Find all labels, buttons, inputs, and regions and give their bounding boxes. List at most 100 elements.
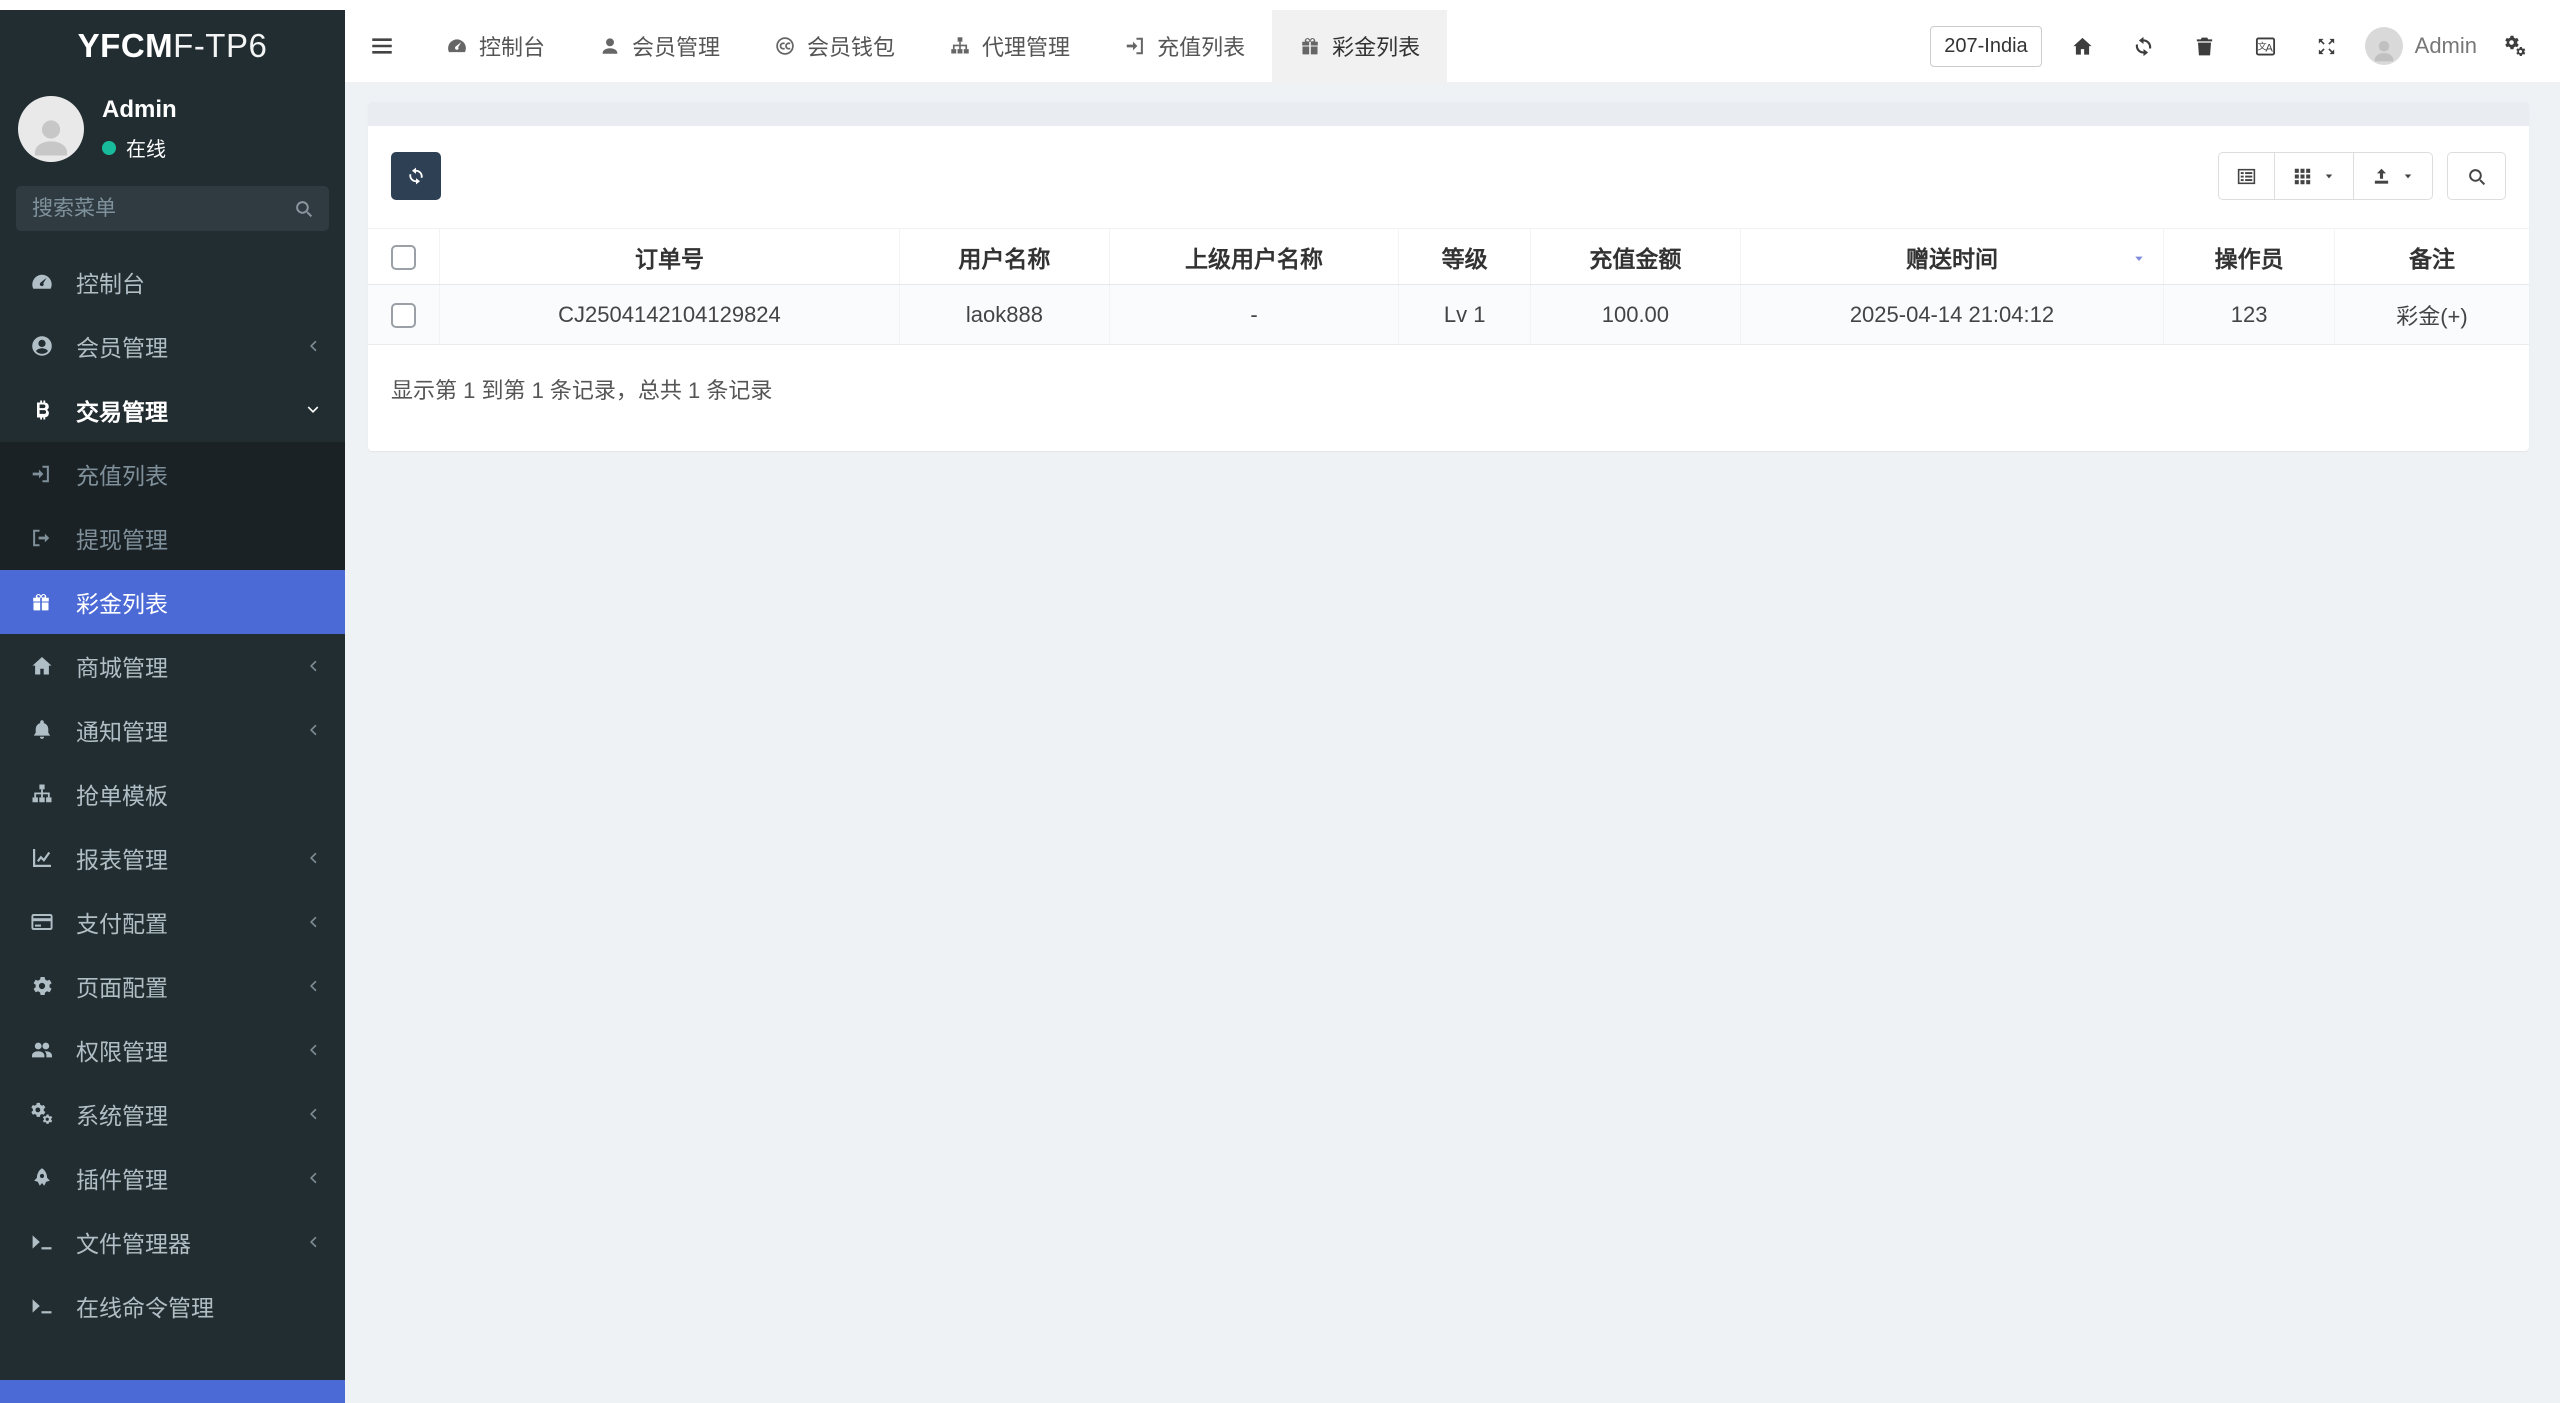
sidebar-item-label: 权限管理 <box>76 1033 168 1067</box>
nav-tab[interactable]: 控制台 <box>419 10 572 82</box>
column-header[interactable]: 等级 <box>1399 229 1531 285</box>
sitemap-icon <box>30 782 64 806</box>
columns-button[interactable] <box>2274 152 2354 200</box>
sidebar-item[interactable]: 控制台 <box>0 250 345 314</box>
column-header[interactable]: 上级用户名称 <box>1109 229 1399 285</box>
sidebar-item-label: 在线命令管理 <box>76 1289 214 1323</box>
navbar-right: 207-India 文A Admin <box>1930 10 2560 82</box>
sidebar-toggle-button[interactable] <box>345 10 419 82</box>
chevron-left-icon <box>303 912 323 932</box>
sidebar-item-label: 支付配置 <box>76 905 168 939</box>
sidebar-item[interactable]: 报表管理 <box>0 826 345 890</box>
export-icon <box>2371 166 2392 187</box>
sidebar-subitem[interactable]: 提现管理 <box>0 506 345 570</box>
sidebar-item[interactable]: 商城管理 <box>0 634 345 698</box>
sidebar-item[interactable]: 在线命令管理 <box>0 1274 345 1338</box>
cog-icon <box>30 974 64 998</box>
sidebar-item-label: 插件管理 <box>76 1161 168 1195</box>
sidebar-subitem[interactable]: 彩金列表 <box>0 570 345 634</box>
nav-tab-label: 会员管理 <box>632 30 720 62</box>
nav-tab[interactable]: 会员管理 <box>572 10 747 82</box>
site-badge[interactable]: 207-India <box>1930 26 2041 67</box>
sidebar-item-label: 页面配置 <box>76 969 168 1003</box>
sidebar-item-label: 系统管理 <box>76 1097 168 1131</box>
chevron-left-icon <box>303 848 323 868</box>
search-button[interactable] <box>2447 152 2506 200</box>
translate-button[interactable]: 文A <box>2235 35 2296 58</box>
sidebar-item[interactable]: 抢单模板 <box>0 762 345 826</box>
column-header[interactable]: 备注 <box>2334 229 2529 285</box>
refresh-button[interactable] <box>2113 35 2174 58</box>
sidebar-bottom-bar <box>0 1380 345 1403</box>
expand-button[interactable] <box>2296 35 2357 58</box>
row-checkbox[interactable] <box>391 303 416 328</box>
sign-in-icon <box>30 463 64 485</box>
online-dot <box>102 141 116 155</box>
sidebar-item[interactable]: 会员管理 <box>0 314 345 378</box>
sidebar-search <box>16 186 329 231</box>
sidebar-item[interactable]: 插件管理 <box>0 1146 345 1210</box>
sidebar-item[interactable]: 支付配置 <box>0 890 345 954</box>
user-name: Admin <box>102 96 177 124</box>
nav-tab[interactable]: 充值列表 <box>1097 10 1272 82</box>
search-icon <box>2466 166 2487 187</box>
translate-icon: 文A <box>2254 35 2277 58</box>
view-button-group <box>2218 152 2433 200</box>
rocket-icon <box>30 1166 64 1190</box>
row-select-cell <box>368 285 439 345</box>
logo-bold: YFCM <box>78 27 174 65</box>
columns-icon <box>2292 166 2313 187</box>
trash-button[interactable] <box>2174 35 2235 58</box>
svg-text:A: A <box>2265 42 2273 54</box>
detail-view-button[interactable] <box>2218 152 2275 200</box>
sidebar-subitem[interactable]: 充值列表 <box>0 442 345 506</box>
chevron-left-icon <box>303 720 323 740</box>
nav-tab[interactable]: 彩金列表 <box>1272 10 1447 82</box>
sidebar: YFCMF-TP6 Admin 在线 控制台会员管理交易管理充值列表提现管理彩金… <box>0 10 345 1403</box>
home-icon <box>2071 35 2094 58</box>
column-header[interactable]: 用户名称 <box>900 229 1110 285</box>
sidebar-item-label: 抢单模板 <box>76 777 168 811</box>
table-cell: Lv 1 <box>1399 285 1531 345</box>
column-header[interactable]: 赠送时间 <box>1740 229 2164 285</box>
credit-card-icon <box>30 910 64 934</box>
select-all-checkbox[interactable] <box>391 245 416 270</box>
sidebar-item[interactable]: 系统管理 <box>0 1082 345 1146</box>
sidebar-item[interactable]: 权限管理 <box>0 1018 345 1082</box>
chevron-left-icon <box>303 656 323 676</box>
gauge-icon <box>446 35 468 57</box>
sort-caret-icon <box>2131 250 2147 266</box>
sidebar-search-input[interactable] <box>16 186 329 231</box>
nav-tab[interactable]: 会员钱包 <box>747 10 922 82</box>
records-table: 订单号用户名称上级用户名称等级充值金额赠送时间操作员备注 CJ250414210… <box>368 228 2529 345</box>
sidebar-menu: 控制台会员管理交易管理充值列表提现管理彩金列表商城管理通知管理抢单模板报表管理支… <box>0 250 345 1338</box>
user-icon <box>599 35 621 57</box>
column-header[interactable]: 充值金额 <box>1531 229 1741 285</box>
sidebar-item[interactable]: 通知管理 <box>0 698 345 762</box>
cogs-icon <box>2504 35 2527 58</box>
settings-button[interactable] <box>2485 35 2546 58</box>
export-button[interactable] <box>2353 152 2433 200</box>
table-cell: CJ2504142104129824 <box>439 285 899 345</box>
user-status: 在线 <box>102 133 177 162</box>
panel-heading <box>368 102 2529 126</box>
main-content: 订单号用户名称上级用户名称等级充值金额赠送时间操作员备注 CJ250414210… <box>345 82 2560 1403</box>
sidebar-item[interactable]: 交易管理 <box>0 378 345 442</box>
panel: 订单号用户名称上级用户名称等级充值金额赠送时间操作员备注 CJ250414210… <box>368 102 2529 451</box>
column-header[interactable]: 订单号 <box>439 229 899 285</box>
sidebar-item[interactable]: 文件管理器 <box>0 1210 345 1274</box>
user-menu[interactable]: Admin <box>2357 27 2485 65</box>
app-logo[interactable]: YFCMF-TP6 <box>0 10 345 82</box>
home-button[interactable] <box>2052 35 2113 58</box>
sitemap-icon <box>949 35 971 57</box>
chevron-left-icon <box>303 1232 323 1252</box>
nav-tab[interactable]: 代理管理 <box>922 10 1097 82</box>
caret-down-icon <box>2401 169 2415 183</box>
panel-body: 订单号用户名称上级用户名称等级充值金额赠送时间操作员备注 CJ250414210… <box>368 126 2529 451</box>
select-all-cell <box>368 229 439 285</box>
sidebar-item[interactable]: 页面配置 <box>0 954 345 1018</box>
search-icon <box>293 198 314 219</box>
column-header[interactable]: 操作员 <box>2164 229 2335 285</box>
refresh-button[interactable] <box>391 152 441 200</box>
sidebar-item-label: 提现管理 <box>76 521 168 555</box>
